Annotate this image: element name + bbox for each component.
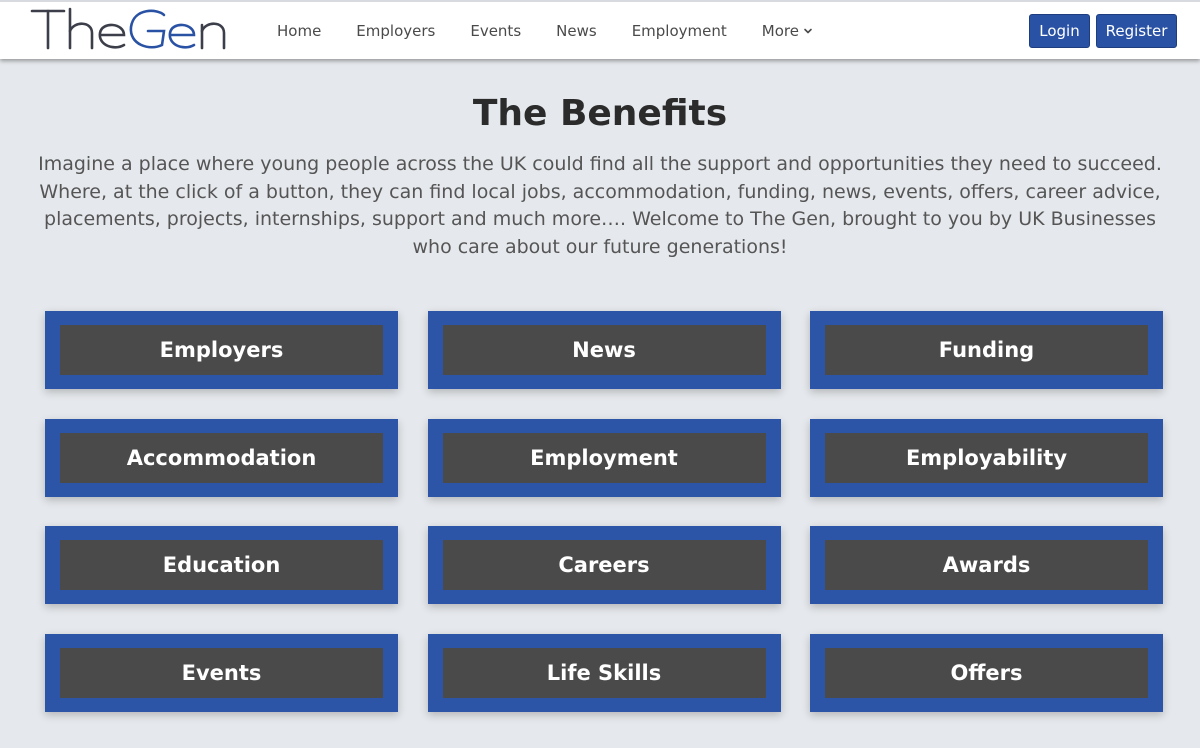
nav-home-label: Home	[277, 21, 322, 40]
chevron-down-icon	[804, 28, 812, 33]
tile-employers[interactable]: Employers	[45, 311, 398, 389]
nav-employers-link[interactable]: Employers	[356, 22, 435, 40]
tile-label: Education	[60, 540, 383, 590]
tile-careers[interactable]: Careers	[427, 526, 781, 604]
tile-label: News	[442, 325, 766, 375]
main-nav: Home Employers Events News Employment Mo…	[268, 2, 848, 59]
register-button[interactable]: Register	[1096, 14, 1177, 48]
nav-employment-label: Employment	[631, 21, 727, 40]
tile-accommodation[interactable]: Accommodation	[45, 418, 398, 497]
tile-label: Events	[60, 647, 383, 698]
login-button[interactable]: Login	[1029, 14, 1090, 48]
tile-label: Life Skills	[442, 647, 766, 698]
nav-more-dropdown[interactable]: More	[762, 22, 813, 40]
tile-label: Awards	[825, 540, 1148, 590]
tile-label: Employers	[60, 325, 383, 375]
tile-label: Offers	[825, 647, 1148, 698]
nav-home-link[interactable]: Home	[277, 22, 321, 40]
nav-more-label: More	[761, 21, 799, 40]
benefits-grid: Employers News Funding Accommodation Emp…	[45, 311, 1163, 712]
nav-events-label: Events	[470, 21, 522, 40]
nav-employment-link[interactable]: Employment	[632, 22, 727, 40]
tile-employability[interactable]: Employability	[810, 418, 1163, 497]
tile-awards[interactable]: Awards	[810, 526, 1163, 604]
top-navbar: Home Employers Events News Employment Mo…	[0, 0, 1200, 59]
tile-events[interactable]: Events	[45, 633, 398, 712]
auth-buttons: Login Register	[1029, 14, 1177, 48]
nav-employers-label: Employers	[356, 21, 436, 40]
site-logo[interactable]	[30, 0, 230, 56]
tile-employment[interactable]: Employment	[427, 418, 781, 497]
tile-education[interactable]: Education	[45, 526, 398, 604]
nav-news-link[interactable]: News	[556, 22, 597, 40]
page-title: The Benefits	[472, 93, 728, 134]
intro-paragraph: Imagine a place where young people acros…	[38, 153, 1162, 258]
tile-funding[interactable]: Funding	[810, 311, 1163, 389]
thegen-logo-icon	[30, 7, 226, 50]
tile-offers[interactable]: Offers	[810, 633, 1163, 712]
tile-label: Employment	[442, 432, 766, 483]
tile-label: Employability	[825, 432, 1148, 483]
nav-news-label: News	[556, 21, 597, 40]
tile-news[interactable]: News	[427, 311, 781, 389]
tile-life-skills[interactable]: Life Skills	[427, 633, 781, 712]
tile-label: Funding	[825, 325, 1148, 375]
tile-label: Accommodation	[60, 432, 383, 483]
tile-label: Careers	[442, 540, 766, 590]
nav-events-link[interactable]: Events	[470, 22, 521, 40]
